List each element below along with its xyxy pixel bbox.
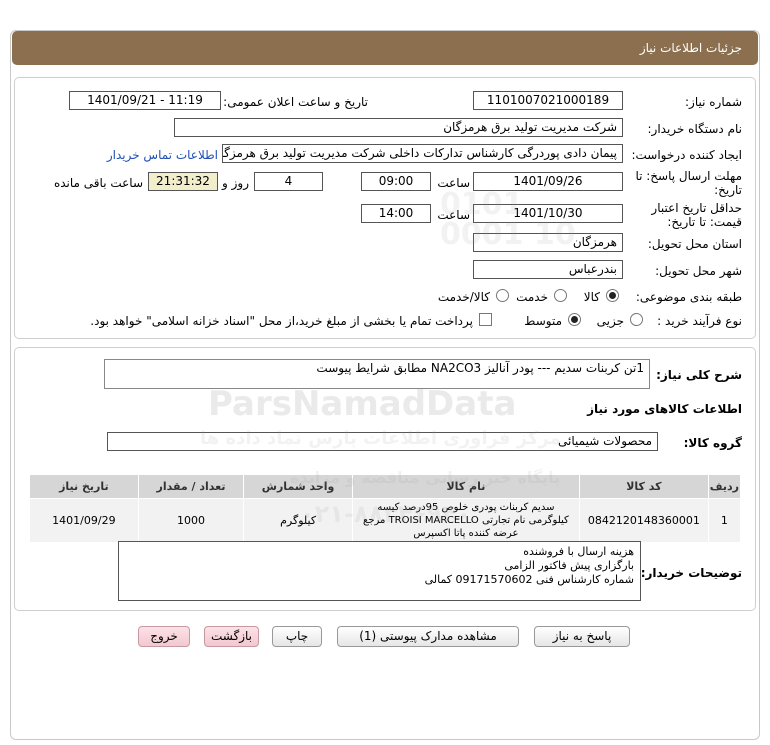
table-row: 1 0842120148360001 سدیم کربنات پودری خلو… [29,498,742,543]
cell-code: 0842120148360001 [578,498,709,543]
reply-button[interactable]: پاسخ به نیاز [534,626,630,647]
validity-label-line2: قیمت: تا تاریخ: [667,215,742,229]
goods-table: ردیف کد کالا نام کالا واحد شمارش تعداد /… [29,474,742,543]
deadline-label-line2: تاریخ: [714,183,742,197]
cell-name: سدیم کربنات پودری خلوص 95درصد کیسه کیلوگ… [351,498,580,543]
category-label: طبقه بندی موضوعی: [635,290,742,304]
buyer-note-line: شماره کارشناس فنی 09171570602 کمالی [424,573,634,586]
requester-field: پیمان دادی پوردرگی کارشناس تدارکات داخلی… [222,144,623,163]
validity-date-field: 1401/10/30 [473,204,623,223]
deadline-time-label: ساعت [437,176,470,190]
remaining-time-label: ساعت باقی مانده [53,176,143,190]
need-number-field: 1101007021000189 [473,91,623,110]
buyer-notes-box: هزینه ارسال با فروشنده بارگزاری پیش فاکت… [118,541,641,601]
announce-datetime-label: تاریخ و ساعت اعلان عمومی: [223,95,368,109]
buyer-org-label: نام دستگاه خریدار: [647,122,743,136]
requester-label: ایجاد کننده درخواست: [631,148,742,162]
category-radio-service[interactable] [554,289,567,302]
city-field: بندرعباس [473,260,623,279]
announce-datetime-field: 1401/09/21 - 11:19 [69,91,221,110]
goods-section-title: اطلاعات کالاهای مورد نیاز [587,402,742,416]
days-label: روز و [222,176,249,190]
col-header-code: کد کالا [578,474,709,499]
province-label: استان محل تحویل: [647,237,742,251]
category-radio-goods[interactable] [606,289,619,302]
deadline-date-field: 1401/09/26 [473,172,623,191]
attachments-button[interactable]: مشاهده مدارک پیوستی (1) [337,626,519,647]
purchase-radio-minor[interactable] [630,313,643,326]
buyer-org-field: شرکت مدیریت تولید برق هرمزگان [174,118,623,137]
remaining-time-field: 21:31:32 [148,172,218,191]
category-option-goods-service: کالا/خدمت [437,290,490,304]
purchase-option-minor: جزیی [596,314,624,328]
col-header-name: نام کالا [351,474,580,499]
validity-time-label: ساعت [437,208,470,222]
deadline-days-field: 4 [254,172,323,191]
exit-button[interactable]: خروج [138,626,190,647]
validity-label-line1: حداقل تاریخ اعتبار [651,201,742,215]
contact-buyer-link[interactable]: اطلاعات تماس خریدار [107,148,218,162]
summary-label: شرح کلی نیاز: [656,368,742,382]
buyer-note-line: بارگزاری پیش فاکتور الزامی [504,559,634,572]
goods-group-field: محصولات شیمیائی [107,432,658,451]
category-radio-goods-service[interactable] [496,289,509,302]
page-title: جزئیات اطلاعات نیاز [12,31,758,65]
purchase-type-label: نوع فرآیند خرید : [657,314,742,328]
cell-unit: کیلوگرم [243,498,353,543]
province-field: هرمزگان [473,233,623,252]
treasury-bonds-checkbox[interactable] [479,313,492,326]
need-number-label: شماره نیاز: [685,95,742,109]
buyer-notes-label: توضیحات خریدار: [640,566,742,580]
col-header-date: تاریخ نیاز [29,474,139,499]
col-header-row-number: ردیف [707,474,742,499]
goods-group-label: گروه کالا: [683,436,742,450]
col-header-unit: واحد شمارش [243,474,353,499]
deadline-time-field: 09:00 [361,172,431,191]
table-header-row: ردیف کد کالا نام کالا واحد شمارش تعداد /… [29,474,742,499]
cell-row-number: 1 [707,498,742,543]
cell-qty: 1000 [137,498,245,543]
city-label: شهر محل تحویل: [655,264,742,278]
print-button[interactable]: چاپ [272,626,322,647]
back-button[interactable]: بازگشت [204,626,259,647]
treasury-bonds-label: پرداخت تمام یا بخشی از مبلغ خرید،از محل … [90,314,473,328]
category-option-service: خدمت [516,290,548,304]
purchase-option-medium: متوسط [524,314,562,328]
buyer-note-line: هزینه ارسال با فروشنده [523,545,634,558]
validity-time-field: 14:00 [361,204,431,223]
purchase-radio-medium[interactable] [568,313,581,326]
col-header-qty: تعداد / مقدار [137,474,245,499]
cell-date: 1401/09/29 [29,498,139,543]
summary-field: 1تن کربنات سدیم --- پودر آنالیز NA2CO3 م… [104,359,650,389]
category-option-goods: کالا [583,290,600,304]
deadline-label-line1: مهلت ارسال پاسخ: تا [635,169,742,183]
